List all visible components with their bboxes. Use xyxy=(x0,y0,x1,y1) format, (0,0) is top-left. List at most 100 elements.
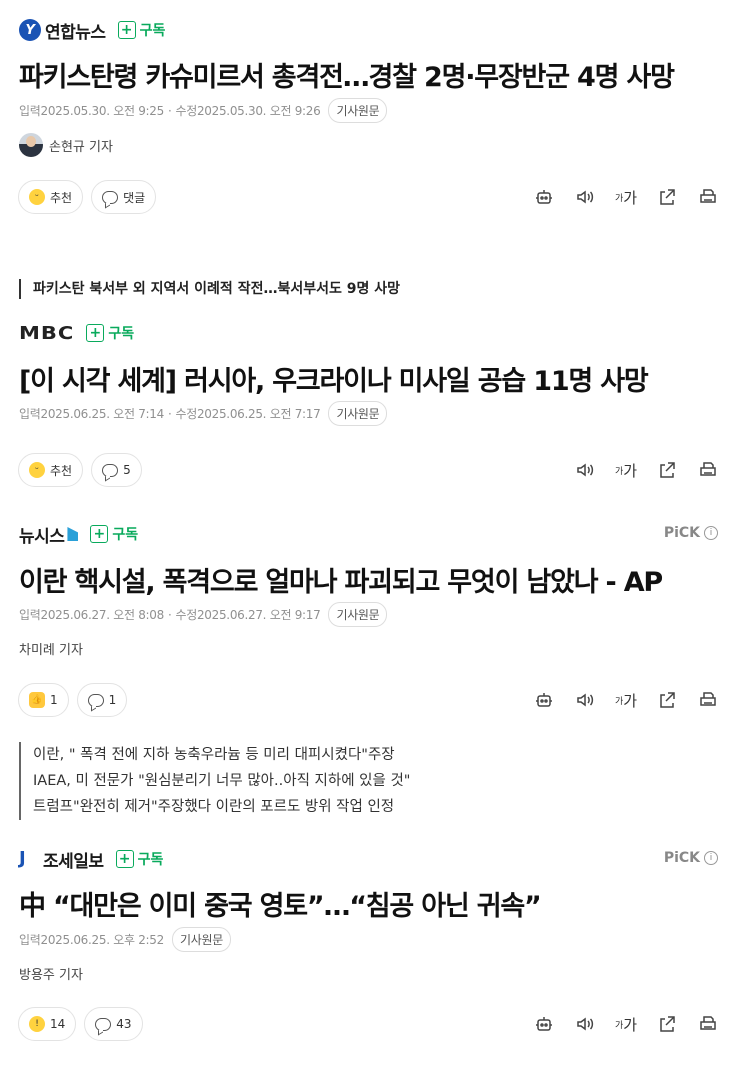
original-article-button[interactable]: 기사원문 xyxy=(328,98,388,123)
subscribe-label: 구독 xyxy=(137,852,164,868)
subscribe-button[interactable]: + 구독 xyxy=(86,323,134,343)
input-time: 2025.05.30. 오전 9:25 xyxy=(40,104,164,118)
article-headline[interactable]: 中 “대만은 이미 중국 영토”…“침공 아닌 귀속” xyxy=(19,884,542,923)
article-headline[interactable]: 이란 핵시설, 폭격으로 얼마나 파괴되고 무엇이 남았나 - AP xyxy=(19,560,663,599)
speaker-icon[interactable] xyxy=(574,459,596,481)
font-size-icon[interactable]: 가가 xyxy=(615,689,637,711)
share-icon[interactable] xyxy=(656,186,678,208)
edit-label: 수정 xyxy=(175,407,197,421)
summary-line: 트럼프"완전히 제거"주장했다 이란의 포르도 방위 작업 인정 xyxy=(33,799,395,815)
article-summary: 이란, " 폭격 전에 지하 농축우라늄 등 미리 대피시켰다"주장 IAEA,… xyxy=(19,742,410,820)
font-size-icon[interactable]: 가가 xyxy=(615,186,637,208)
print-icon[interactable] xyxy=(697,689,719,711)
edit-label: 수정 xyxy=(175,104,197,118)
robot-icon[interactable] xyxy=(533,186,555,208)
plus-icon: + xyxy=(86,324,105,342)
original-article-button[interactable]: 기사원문 xyxy=(171,927,231,952)
smile-emoji-icon: ᵕ xyxy=(29,189,45,205)
reaction-bar: ᵕ 추천 5 xyxy=(18,453,150,487)
subscribe-label: 구독 xyxy=(108,326,135,342)
smile-emoji-icon: ᵕ xyxy=(29,462,45,478)
summary-line: IAEA, 미 전문가 "원심분리기 너무 많아..아직 지하에 있을 것" xyxy=(33,773,411,789)
press-logo-yonhap[interactable]: Y 연합뉴스 xyxy=(19,18,106,43)
comment-icon xyxy=(102,463,119,477)
reaction-bar: ! 14 43 xyxy=(18,1007,151,1041)
like-label: 추천 xyxy=(50,190,73,205)
comment-button[interactable]: 1 xyxy=(76,683,128,717)
input-time: 2025.06.27. 오전 8:08 xyxy=(40,608,164,622)
comment-button[interactable]: 43 xyxy=(84,1007,143,1041)
article-tools: 가가 xyxy=(555,459,719,481)
newsis-flag-icon xyxy=(67,527,79,541)
article-timestamps: 입력 2025.06.27. 오전 8:08 · 수정 2025.06.27. … xyxy=(19,602,388,627)
robot-icon[interactable] xyxy=(533,1013,555,1035)
share-icon[interactable] xyxy=(656,1013,678,1035)
subscribe-button[interactable]: + 구독 xyxy=(90,524,138,544)
reporter[interactable]: 방용주 기자 xyxy=(19,964,83,983)
press-header-yonhap: Y 연합뉴스 + 구독 xyxy=(19,17,165,43)
subscribe-button[interactable]: + 구독 xyxy=(117,20,166,40)
article-headline[interactable]: 파키스탄령 카슈미르서 총격전…경찰 2명·무장반군 4명 사망 xyxy=(19,55,675,94)
share-icon[interactable] xyxy=(656,459,678,481)
like-button[interactable]: 👍 1 xyxy=(18,683,69,717)
subscribe-label: 구독 xyxy=(139,23,166,39)
article-headline[interactable]: [이 시각 세계] 러시아, 우크라이나 미사일 공습 11명 사망 xyxy=(19,359,649,398)
pick-label: PiCK xyxy=(663,850,700,866)
mixed-emoji-icon: ! xyxy=(29,1016,45,1032)
input-time: 2025.06.25. 오후 2:52 xyxy=(40,933,164,947)
comment-icon xyxy=(87,693,104,707)
speaker-icon[interactable] xyxy=(574,689,596,711)
press-logo-mbc[interactable]: MBC xyxy=(19,321,74,345)
press-header-joseilbo: J 조세일보 + 구독 xyxy=(19,846,163,872)
press-logo-joseilbo[interactable]: J 조세일보 xyxy=(19,847,104,872)
article-summary: 파키스탄 북서부 외 지역서 이례적 작전…북서부서도 9명 사망 xyxy=(19,279,400,299)
speaker-icon[interactable] xyxy=(574,1013,596,1035)
reporter-name: 손현규 기자 xyxy=(49,139,113,155)
font-size-icon[interactable]: 가가 xyxy=(615,1013,637,1035)
original-article-button[interactable]: 기사원문 xyxy=(328,401,388,426)
like-count: 14 xyxy=(50,1017,66,1031)
share-icon[interactable] xyxy=(656,689,678,711)
article-timestamps: 입력 2025.06.25. 오전 7:14 · 수정 2025.06.25. … xyxy=(19,401,388,426)
reaction-bar: 👍 1 1 xyxy=(18,683,135,717)
reporter-name: 차미례 기자 xyxy=(19,643,83,658)
reporter[interactable]: 차미례 기자 xyxy=(19,639,83,658)
input-time: 2025.06.25. 오전 7:14 xyxy=(40,407,164,421)
print-icon[interactable] xyxy=(697,186,719,208)
reporter[interactable]: 손현규 기자 xyxy=(19,133,113,157)
original-article-button[interactable]: 기사원문 xyxy=(328,602,388,627)
meta-separator: · xyxy=(167,607,172,622)
print-icon[interactable] xyxy=(697,1013,719,1035)
font-size-icon[interactable]: 가가 xyxy=(615,459,637,481)
press-logo-newsis[interactable]: 뉴시스 xyxy=(19,522,79,547)
print-icon[interactable] xyxy=(697,459,719,481)
input-label: 입력 xyxy=(19,933,41,947)
font-large-glyph: 가 xyxy=(623,1015,638,1034)
subscribe-button[interactable]: + 구독 xyxy=(115,849,164,869)
summary-line: 이란, " 폭격 전에 지하 농축우라늄 등 미리 대피시켰다"주장 xyxy=(33,747,395,763)
press-name: 조세일보 xyxy=(43,851,104,872)
like-button[interactable]: ᵕ 추천 xyxy=(18,180,84,214)
pick-badge[interactable]: PiCK i xyxy=(664,850,718,866)
speaker-icon[interactable] xyxy=(574,186,596,208)
like-button[interactable]: ! 14 xyxy=(18,1007,77,1041)
robot-icon[interactable] xyxy=(533,689,555,711)
font-small-glyph: 가 xyxy=(614,696,624,707)
like-count: 1 xyxy=(50,693,58,707)
comment-button[interactable]: 5 xyxy=(91,453,142,487)
meta-separator: · xyxy=(167,406,172,421)
edit-time: 2025.06.27. 오전 9:17 xyxy=(196,608,321,622)
article-timestamps: 입력 2025.05.30. 오전 9:25 · 수정 2025.05.30. … xyxy=(19,98,388,123)
like-button[interactable]: ᵕ 추천 xyxy=(18,453,84,487)
like-label: 추천 xyxy=(50,463,73,478)
reporter-avatar xyxy=(19,133,43,157)
reaction-bar: ᵕ 추천 댓글 xyxy=(18,180,164,214)
article-tools: 가가 xyxy=(514,1013,719,1035)
pick-badge[interactable]: PiCK i xyxy=(664,525,718,541)
comment-button[interactable]: 댓글 xyxy=(91,180,157,214)
thumbs-up-emoji-icon: 👍 xyxy=(29,692,45,708)
plus-icon: + xyxy=(90,525,109,543)
article-tools: 가가 xyxy=(514,186,719,208)
input-label: 입력 xyxy=(19,407,41,421)
press-header-mbc: MBC + 구독 xyxy=(19,320,134,346)
